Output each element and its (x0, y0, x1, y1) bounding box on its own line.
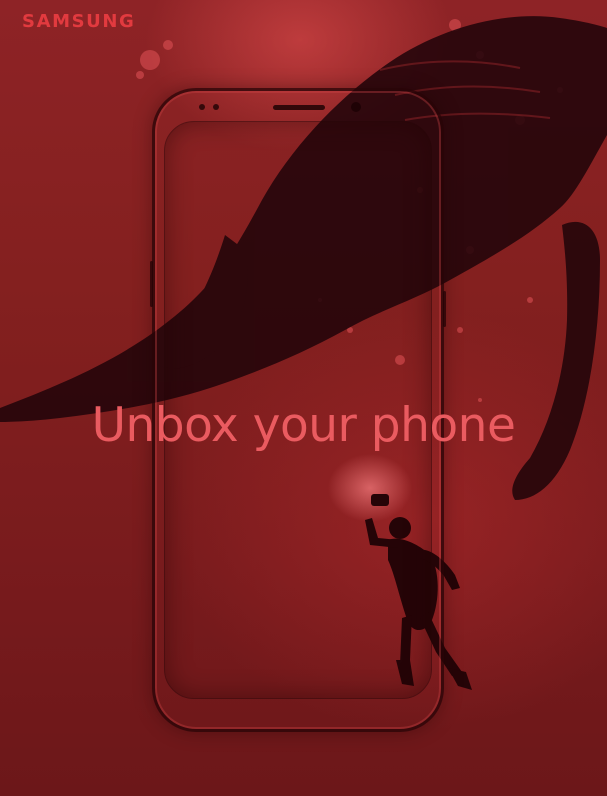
volume-button (150, 261, 153, 307)
ad-poster: SAMSUNG Unbox your phone (0, 0, 607, 796)
proximity-sensor-icon (199, 104, 205, 110)
power-button (443, 291, 446, 327)
samsung-logo: SAMSUNG (22, 11, 136, 32)
iris-sensor-icon (213, 104, 219, 110)
headline: Unbox your phone (91, 398, 516, 453)
front-camera-icon (351, 102, 361, 112)
phone-earpiece (273, 105, 325, 110)
